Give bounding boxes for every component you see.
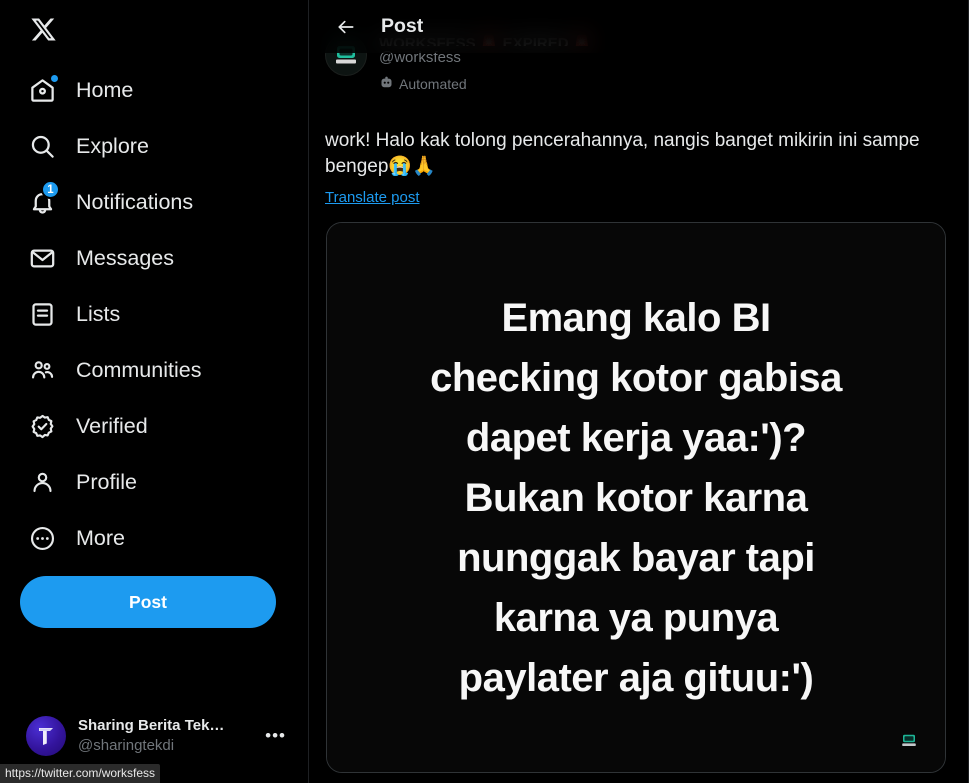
sidebar-item-label: Verified <box>76 413 148 438</box>
account-more-icon[interactable]: ••• <box>265 726 290 746</box>
sidebar-item-home[interactable]: Home <box>20 62 308 118</box>
more-circle-icon <box>26 522 58 554</box>
tweet-text-emoji: 😭🙏 <box>388 156 436 177</box>
meme-line: paylater aja gituu:') <box>458 655 814 700</box>
sidebar-nav: Home Explore 1 Notifications Messages Li… <box>20 62 308 566</box>
sidebar-item-lists[interactable]: Lists <box>20 286 308 342</box>
worksfess-watermark-icon <box>899 730 919 750</box>
verified-badge-icon <box>26 410 58 442</box>
notifications-badge: 1 <box>41 180 60 199</box>
sidebar-item-communities[interactable]: Communities <box>20 342 308 398</box>
post-detail-column: Post WORKSFESS 🚨 EXPIRED 🚨 @worksfess <box>309 0 969 783</box>
avatar <box>26 716 66 756</box>
translate-post-link[interactable]: Translate post <box>325 189 420 206</box>
meme-text-block: Emang kalo BI checking kotor gabisa dape… <box>327 223 945 772</box>
account-text: Sharing Berita Tek… @sharingtekdi <box>78 716 265 756</box>
bell-icon: 1 <box>26 180 60 218</box>
x-app-window: Home Explore 1 Notifications Messages Li… <box>0 0 969 783</box>
sidebar-item-notifications[interactable]: 1 Notifications <box>20 174 308 230</box>
automated-label: Automated <box>399 76 467 92</box>
sidebar-item-label: Notifications <box>76 189 194 214</box>
sidebar-item-more[interactable]: More <box>20 510 308 566</box>
meme-line: Bukan kotor karna <box>464 475 808 520</box>
envelope-icon <box>26 242 58 274</box>
page-title: Post <box>381 15 424 37</box>
person-icon <box>26 466 58 498</box>
sidebar-item-label: Messages <box>76 245 174 270</box>
x-logo-icon[interactable] <box>26 12 60 46</box>
column-header: Post <box>309 0 968 53</box>
account-handle: @sharingtekdi <box>78 737 175 754</box>
account-switcher[interactable]: Sharing Berita Tek… @sharingtekdi ••• <box>20 707 296 765</box>
sidebar-item-label: Home <box>76 77 134 102</box>
sidebar-item-explore[interactable]: Explore <box>20 118 308 174</box>
meme-line: dapet kerja yaa:')? <box>465 415 807 460</box>
primary-sidebar: Home Explore 1 Notifications Messages Li… <box>0 0 309 783</box>
sidebar-item-label: Communities <box>76 357 202 382</box>
logo-row <box>20 0 308 58</box>
meme-line: checking kotor gabisa <box>430 355 842 400</box>
post-media-image[interactable]: Emang kalo BI checking kotor gabisa dape… <box>326 222 946 773</box>
robot-icon <box>379 75 394 93</box>
account-name: Sharing Berita Tek… <box>78 717 225 734</box>
automated-badge: Automated <box>379 75 591 93</box>
status-bar-url: https://twitter.com/worksfess <box>0 764 161 783</box>
meme-line: karna ya punya <box>493 595 779 640</box>
sidebar-item-label: Lists <box>76 301 121 326</box>
meme-line: Emang kalo BI <box>501 295 771 340</box>
communities-icon <box>26 354 58 386</box>
sidebar-item-messages[interactable]: Messages <box>20 230 308 286</box>
home-icon <box>26 73 60 106</box>
sidebar-item-profile[interactable]: Profile <box>20 454 308 510</box>
sidebar-item-verified[interactable]: Verified <box>20 398 308 454</box>
home-unread-dot <box>49 73 60 84</box>
sidebar-item-label: Profile <box>76 469 137 494</box>
post-button[interactable]: Post <box>20 576 276 628</box>
back-arrow-icon[interactable] <box>329 10 363 44</box>
tweet-body: WORKSFESS 🚨 EXPIRED 🚨 @worksfess Automat… <box>309 0 968 783</box>
lists-icon <box>26 298 58 330</box>
meme-line: nunggak bayar tapi <box>457 535 815 580</box>
search-icon <box>26 130 58 162</box>
sidebar-item-label: Explore <box>76 133 149 158</box>
sidebar-item-label: More <box>76 525 125 550</box>
tweet-text: work! Halo kak tolong pencerahannya, nan… <box>325 128 958 180</box>
